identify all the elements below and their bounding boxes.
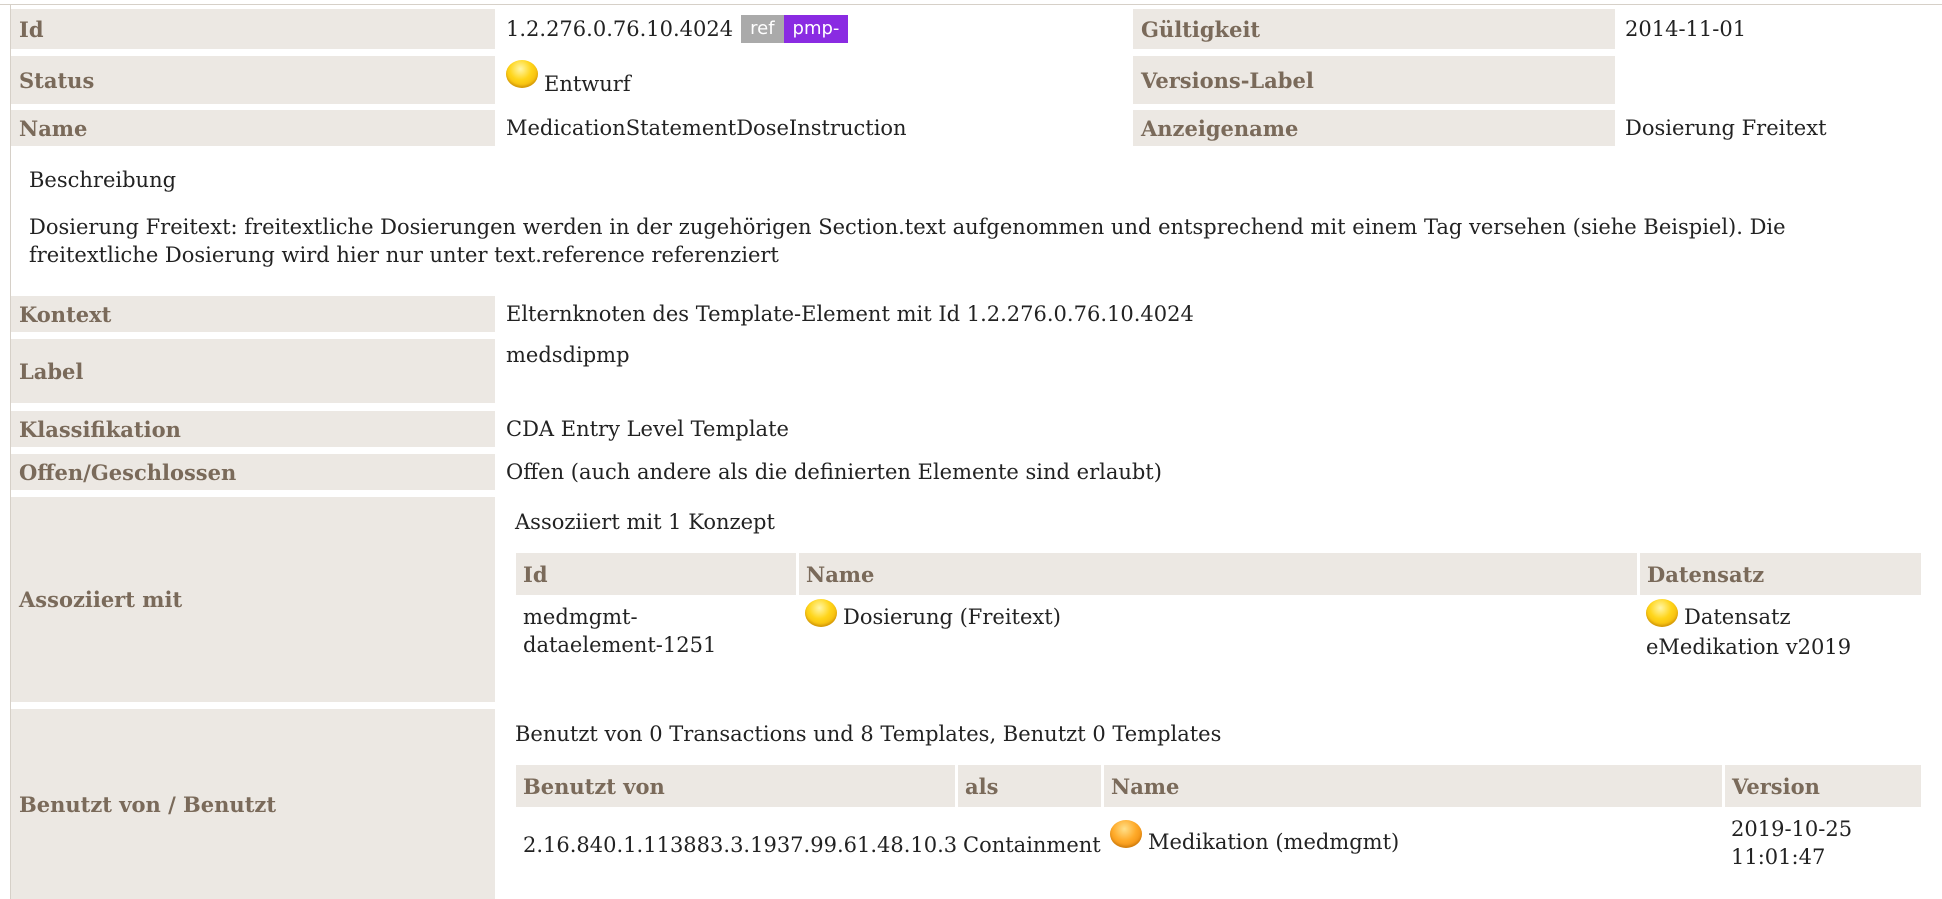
name-value: MedicationStatementDoseInstruction bbox=[506, 110, 1126, 146]
id-value-cell: 1.2.276.0.76.10.4024 ref pmp- bbox=[506, 9, 1126, 49]
usage-col-version: Version bbox=[1725, 765, 1921, 807]
classification-label: Klassifikation bbox=[11, 411, 495, 447]
associated-summary: Assoziiert mit 1 Konzept bbox=[515, 510, 775, 534]
open-closed-value-text: Offen (auch andere als die definierten E… bbox=[506, 460, 1162, 484]
usage-row-used-by[interactable]: 2.16.840.1.113883.3.1937.99.61.48.10.3 bbox=[523, 831, 957, 859]
usage-col-used-by: Benutzt von bbox=[516, 765, 955, 807]
usage-summary: Benutzt von 0 Transactions und 8 Templat… bbox=[515, 722, 1222, 746]
display-name-label: Anzeigename bbox=[1133, 110, 1615, 146]
version-label: Versions-Label bbox=[1133, 56, 1615, 104]
validity-label: Gültigkeit bbox=[1133, 9, 1615, 49]
classification-value: CDA Entry Level Template bbox=[506, 411, 1506, 447]
pmp-tag[interactable]: pmp- bbox=[783, 15, 849, 43]
usage-row-name[interactable]: Medikation (medmgmt) bbox=[1148, 830, 1399, 854]
context-label-text: Kontext bbox=[19, 301, 112, 327]
id-label-text: Id bbox=[19, 16, 44, 42]
associated-row-dataset-cell[interactable]: Datensatz eMedikation v2019 bbox=[1646, 598, 1906, 661]
name-label: Name bbox=[11, 110, 495, 146]
usage-col-name: Name bbox=[1104, 765, 1722, 807]
validity-label-text: Gültigkeit bbox=[1141, 16, 1261, 42]
yellow-ball-icon bbox=[805, 598, 837, 627]
associated-col-name: Name bbox=[799, 553, 1637, 595]
usage-row-version: 2019-10-25 11:01:47 bbox=[1731, 817, 1853, 869]
associated-row-name-cell[interactable]: Dosierung (Freitext) bbox=[805, 598, 1605, 633]
associated-col-dataset: Datensatz bbox=[1640, 553, 1921, 595]
yellow-ball-icon bbox=[1646, 598, 1678, 627]
context-label: Kontext bbox=[11, 296, 495, 332]
open-closed-value: Offen (auch andere als die definierten E… bbox=[506, 454, 1706, 490]
associated-col-id: Id bbox=[516, 553, 796, 595]
status-label-text: Status bbox=[19, 67, 95, 93]
label-value: medsdipmp bbox=[506, 339, 1126, 403]
context-value: Elternknoten des Template-Element mit Id… bbox=[506, 296, 1926, 332]
version-label-text: Versions-Label bbox=[1141, 67, 1314, 93]
description-heading: Beschreibung bbox=[29, 168, 177, 192]
display-name-label-text: Anzeigename bbox=[1141, 115, 1299, 141]
name-value-text: MedicationStatementDoseInstruction bbox=[506, 116, 907, 140]
version-value bbox=[1625, 56, 1935, 104]
usage-row-name-cell[interactable]: Medikation (medmgmt) bbox=[1110, 819, 1710, 854]
top-border bbox=[0, 4, 1942, 5]
label-value-text: medsdipmp bbox=[506, 343, 630, 367]
status-label: Status bbox=[11, 56, 495, 104]
id-label: Id bbox=[11, 9, 495, 49]
classification-label-text: Klassifikation bbox=[19, 416, 181, 442]
status-value: Entwurf bbox=[544, 72, 631, 96]
associated-label: Assoziiert mit bbox=[11, 497, 495, 702]
name-label-text: Name bbox=[19, 115, 88, 141]
open-closed-label-text: Offen/Geschlossen bbox=[19, 459, 237, 485]
associated-row-name[interactable]: Dosierung (Freitext) bbox=[843, 605, 1061, 629]
ref-tag: ref bbox=[741, 15, 784, 43]
classification-value-text: CDA Entry Level Template bbox=[506, 417, 789, 441]
associated-label-text: Assoziiert mit bbox=[19, 587, 183, 612]
usage-row-as: Containment bbox=[963, 833, 1101, 857]
usage-label: Benutzt von / Benutzt bbox=[11, 709, 495, 899]
template-details-page: Id 1.2.276.0.76.10.4024 ref pmp- Gültigk… bbox=[0, 0, 1942, 899]
context-value-text: Elternknoten des Template-Element mit Id… bbox=[506, 302, 1194, 326]
label-label: Label bbox=[11, 339, 495, 403]
yellow-ball-icon bbox=[506, 60, 538, 88]
description-text: Dosierung Freitext: freitextliche Dosier… bbox=[29, 215, 1786, 267]
validity-value-text: 2014-11-01 bbox=[1625, 17, 1747, 41]
orange-ball-icon bbox=[1110, 819, 1142, 848]
open-closed-label: Offen/Geschlossen bbox=[11, 454, 495, 490]
validity-value: 2014-11-01 bbox=[1625, 9, 1935, 49]
usage-label-text: Benutzt von / Benutzt bbox=[19, 791, 277, 817]
status-value-cell: Entwurf bbox=[506, 56, 1126, 104]
label-label-text: Label bbox=[19, 358, 84, 384]
display-name-value-text: Dosierung Freitext bbox=[1625, 116, 1827, 140]
usage-col-as: als bbox=[958, 765, 1101, 807]
id-value: 1.2.276.0.76.10.4024 bbox=[506, 17, 734, 41]
associated-row-id[interactable]: medmgmt-dataelement-1251 bbox=[523, 603, 773, 659]
display-name-value: Dosierung Freitext bbox=[1625, 110, 1935, 146]
